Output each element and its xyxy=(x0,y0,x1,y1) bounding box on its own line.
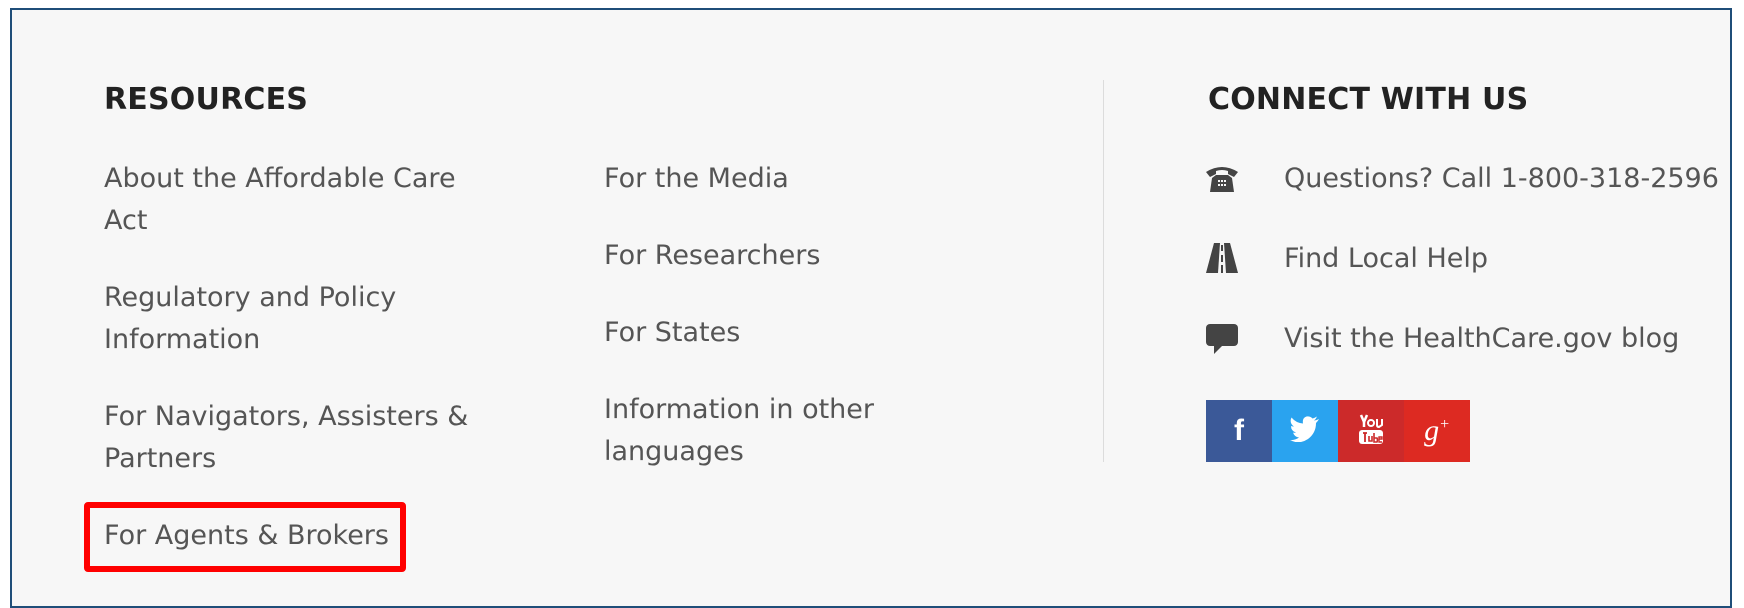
column-divider xyxy=(1103,80,1104,462)
link-for-states[interactable]: For States xyxy=(604,312,924,354)
healthcare-blog[interactable]: Visit the HealthCare.gov blog xyxy=(1204,318,1679,358)
facebook-button[interactable]: f xyxy=(1206,400,1272,462)
twitter-button[interactable] xyxy=(1272,400,1338,462)
link-regulatory-policy[interactable]: Regulatory and Policy Information xyxy=(104,277,504,361)
find-local-help[interactable]: Find Local Help xyxy=(1204,238,1488,278)
phone-contact[interactable]: Questions? Call 1-800-318-2596 xyxy=(1204,158,1719,198)
link-other-languages[interactable]: Information in other languages xyxy=(604,389,924,473)
link-about-aca[interactable]: About the Affordable Care Act xyxy=(104,158,504,242)
resources-column-1: About the Affordable Care Act Regulatory… xyxy=(104,158,504,592)
facebook-icon: f xyxy=(1234,414,1244,447)
link-for-researchers[interactable]: For Researchers xyxy=(604,235,924,277)
twitter-icon xyxy=(1290,415,1320,447)
link-agents-brokers[interactable]: For Agents & Brokers xyxy=(104,515,504,557)
resources-heading: RESOURCES xyxy=(104,82,309,117)
phone-contact-label: Questions? Call 1-800-318-2596 xyxy=(1284,162,1719,194)
youtube-button[interactable] xyxy=(1338,400,1404,462)
speech-bubble-icon xyxy=(1204,318,1244,358)
google-plus-icon: g+ xyxy=(1424,414,1450,447)
road-icon xyxy=(1204,238,1244,278)
link-navigators-assisters[interactable]: For Navigators, Assisters & Partners xyxy=(104,396,504,480)
youtube-icon xyxy=(1357,413,1385,450)
social-links: f g+ xyxy=(1206,400,1470,462)
find-local-help-label: Find Local Help xyxy=(1284,242,1489,274)
link-for-media[interactable]: For the Media xyxy=(604,158,924,200)
healthcare-blog-label: Visit the HealthCare.gov blog xyxy=(1284,322,1680,354)
connect-heading: CONNECT WITH US xyxy=(1208,82,1529,117)
google-plus-button[interactable]: g+ xyxy=(1404,400,1470,462)
phone-icon xyxy=(1204,158,1244,198)
resources-column-2: For the Media For Researchers For States… xyxy=(604,158,924,508)
